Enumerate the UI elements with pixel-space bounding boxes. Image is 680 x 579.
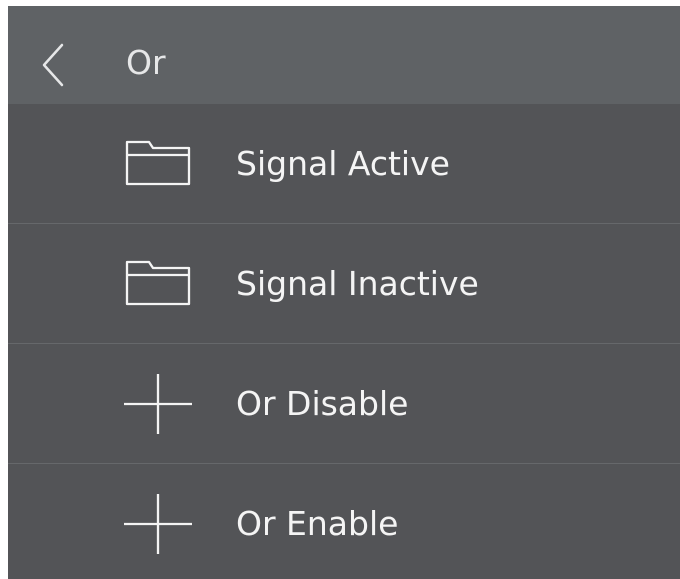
plus-icon: [124, 374, 192, 434]
plus-icon: [124, 494, 192, 554]
menu-item-or-enable[interactable]: Or Enable: [8, 464, 680, 579]
menu-header: Or: [8, 6, 680, 104]
menu-item-label: Signal Inactive: [236, 264, 479, 303]
chevron-left-icon[interactable]: [38, 41, 68, 89]
folder-icon: [125, 260, 191, 306]
menu-item-signal-inactive[interactable]: Signal Inactive: [8, 224, 680, 344]
menu-list: Signal Active Signal Inactive Or Disable…: [8, 104, 680, 579]
menu-item-label: Or Disable: [236, 384, 409, 423]
or-menu-panel: Or Signal Active Signal Inactive Or Disa…: [8, 6, 680, 579]
page-title: Or: [126, 43, 166, 82]
menu-item-or-disable[interactable]: Or Disable: [8, 344, 680, 464]
menu-item-signal-active[interactable]: Signal Active: [8, 104, 680, 224]
folder-icon: [125, 140, 191, 186]
menu-item-label: Or Enable: [236, 504, 399, 543]
menu-item-label: Signal Active: [236, 144, 450, 183]
